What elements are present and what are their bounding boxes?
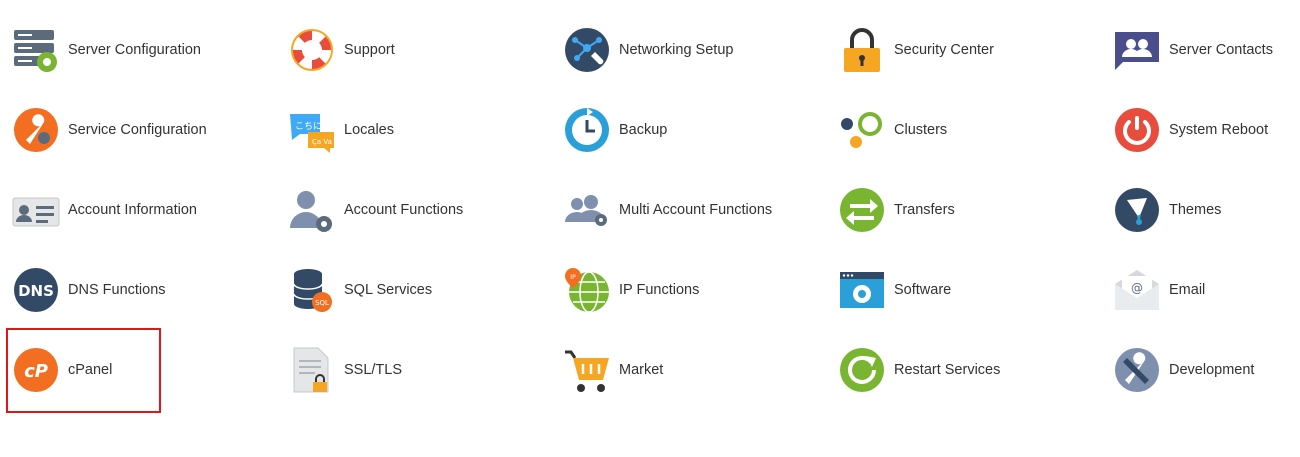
- shopping-cart-icon: [563, 346, 611, 394]
- software-window-icon: [838, 266, 886, 314]
- tile-account-information[interactable]: Account Information: [12, 178, 272, 242]
- user-gear-icon: [288, 186, 336, 234]
- tile-restart-services[interactable]: Restart Services: [838, 338, 1098, 402]
- tile-email[interactable]: @ Email: [1113, 258, 1300, 322]
- home-icon-grid: Server Configuration Support Networking …: [0, 0, 1300, 457]
- tile-label: Networking Setup: [619, 42, 734, 58]
- tile-label: cPanel: [68, 362, 113, 378]
- tile-system-reboot[interactable]: System Reboot: [1113, 98, 1300, 162]
- cpanel-logo-icon: cP: [12, 346, 60, 394]
- tile-label: Multi Account Functions: [619, 202, 773, 218]
- svg-text:DNS: DNS: [18, 282, 54, 300]
- svg-text:こちに: こちに: [295, 121, 322, 132]
- tile-cpanel[interactable]: cP cPanel: [12, 338, 272, 402]
- tile-dns-functions[interactable]: DNS DNS Functions: [12, 258, 272, 322]
- lifebuoy-icon: [288, 26, 336, 74]
- dev-tools-icon: [1113, 346, 1161, 394]
- tile-label: DNS Functions: [68, 282, 166, 298]
- tile-market[interactable]: Market: [563, 338, 823, 402]
- tile-label: Support: [344, 42, 395, 58]
- tile-label: Market: [619, 362, 664, 378]
- tile-development[interactable]: Development: [1113, 338, 1300, 402]
- tile-label: Email: [1169, 282, 1206, 298]
- network-wrench-icon: [563, 26, 611, 74]
- envelope-at-icon: @: [1113, 266, 1161, 314]
- svg-text:Ça Va: Ça Va: [312, 138, 332, 146]
- tile-multi-account-functions[interactable]: Multi Account Functions: [563, 178, 823, 242]
- clusters-icon: [838, 106, 886, 154]
- certificate-lock-icon: [288, 346, 336, 394]
- tile-label: Security Center: [894, 42, 994, 58]
- tile-server-contacts[interactable]: Server Contacts: [1113, 18, 1300, 82]
- padlock-icon: [838, 26, 886, 74]
- wrench-gear-icon: [12, 106, 60, 154]
- globe-ip-icon: IP: [563, 266, 611, 314]
- tile-label: Themes: [1169, 202, 1222, 218]
- tile-ip-functions[interactable]: IP IP Functions: [563, 258, 823, 322]
- database-sql-icon: SQL: [288, 266, 336, 314]
- id-card-icon: [12, 186, 60, 234]
- tile-label: Account Information: [68, 202, 197, 218]
- tile-software[interactable]: Software: [838, 258, 1098, 322]
- svg-text:@: @: [1131, 281, 1143, 295]
- dns-icon: DNS: [12, 266, 60, 314]
- tile-label: Transfers: [894, 202, 955, 218]
- server-config-icon: [12, 26, 60, 74]
- tile-label: Software: [894, 282, 952, 298]
- tile-backup[interactable]: Backup: [563, 98, 823, 162]
- restart-icon: [838, 346, 886, 394]
- users-gear-icon: [563, 186, 611, 234]
- svg-text:IP: IP: [570, 274, 576, 281]
- tile-label: Clusters: [894, 122, 948, 138]
- transfer-arrows-icon: [838, 186, 886, 234]
- tile-label: Account Functions: [344, 202, 464, 218]
- tile-transfers[interactable]: Transfers: [838, 178, 1098, 242]
- tile-clusters[interactable]: Clusters: [838, 98, 1098, 162]
- tile-account-functions[interactable]: Account Functions: [288, 178, 548, 242]
- tile-ssl-tls[interactable]: SSL/TLS: [288, 338, 548, 402]
- tile-label: Server Contacts: [1169, 42, 1273, 58]
- tile-locales[interactable]: こちに Ça Va Locales: [288, 98, 548, 162]
- power-icon: [1113, 106, 1161, 154]
- tile-support[interactable]: Support: [288, 18, 548, 82]
- locale-bubbles-icon: こちに Ça Va: [288, 106, 336, 154]
- paint-brush-icon: [1113, 186, 1161, 234]
- contacts-chat-icon: [1113, 26, 1161, 74]
- tile-service-configuration[interactable]: Service Configuration: [12, 98, 272, 162]
- tile-label: System Reboot: [1169, 122, 1269, 138]
- tile-label: Locales: [344, 122, 394, 138]
- tile-label: SSL/TLS: [344, 362, 403, 378]
- tile-networking-setup[interactable]: Networking Setup: [563, 18, 823, 82]
- svg-text:SQL: SQL: [315, 299, 329, 307]
- tile-label: Development: [1169, 362, 1255, 378]
- tile-label: Backup: [619, 122, 668, 138]
- tile-label: Service Configuration: [68, 122, 207, 138]
- tile-label: IP Functions: [619, 282, 700, 298]
- svg-text:cP: cP: [24, 361, 48, 382]
- tile-themes[interactable]: Themes: [1113, 178, 1300, 242]
- tile-server-configuration[interactable]: Server Configuration: [12, 18, 272, 82]
- tile-sql-services[interactable]: SQL SQL Services: [288, 258, 548, 322]
- tile-security-center[interactable]: Security Center: [838, 18, 1098, 82]
- tile-label: Server Configuration: [68, 42, 201, 58]
- tile-label: Restart Services: [894, 362, 1001, 378]
- backup-clock-icon: [563, 106, 611, 154]
- tile-label: SQL Services: [344, 282, 433, 298]
